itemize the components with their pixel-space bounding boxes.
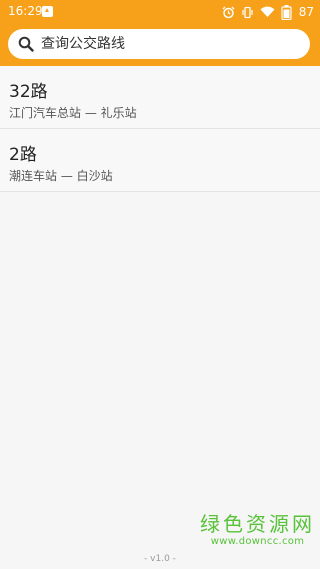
wifi-icon [260,6,275,18]
battery-level: 87 [298,5,314,19]
watermark-url: www.downcc.com [210,536,305,547]
search-icon [18,36,34,52]
search-bar[interactable] [8,29,310,59]
route-name: 32路 [9,82,48,102]
route-list: 32路 江门汽车总站 — 礼乐站 2路 潮连车站 — 白沙站 [0,66,320,192]
version-label: - v1.0 - [144,554,176,564]
route-item[interactable]: 32路 江门汽车总站 — 礼乐站 [0,66,320,129]
notification-icon [42,6,53,17]
status-bar: 16:29 87 [0,0,320,24]
route-item[interactable]: 2路 潮连车站 — 白沙站 [0,129,320,192]
status-icons: 87 [222,3,314,21]
watermark: 绿色资源网 www.downcc.com [200,512,315,548]
search-input[interactable] [41,36,281,52]
route-stops: 江门汽车总站 — 礼乐站 [9,106,137,120]
route-name: 2路 [9,145,37,165]
watermark-title: 绿色资源网 [200,512,315,536]
vibrate-icon [241,6,254,19]
status-time: 16:29 [8,4,43,18]
battery-icon [281,4,292,20]
route-stops: 潮连车站 — 白沙站 [9,169,113,183]
alarm-icon [222,6,235,19]
app-header [0,24,320,66]
